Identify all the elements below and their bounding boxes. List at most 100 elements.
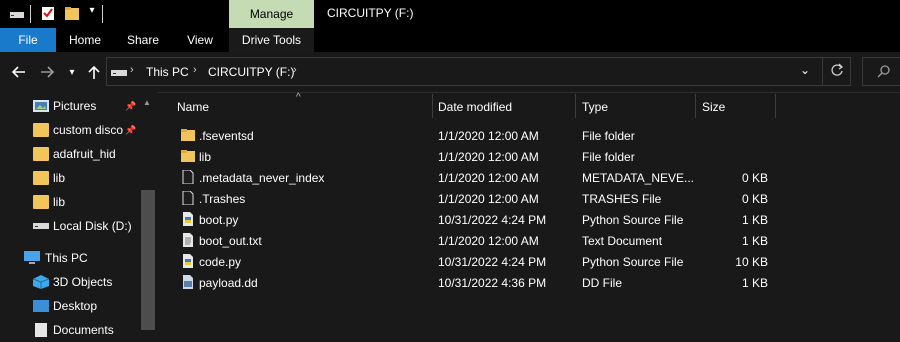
forward-arrow-icon[interactable] — [38, 62, 58, 82]
customize-toolbar-chevron-icon[interactable]: ▾ — [84, 5, 100, 21]
file-type: Text Document — [582, 234, 663, 248]
pin-icon: 📌 — [125, 124, 137, 135]
folder-icon — [33, 195, 49, 209]
file-name: .Trashes — [199, 192, 246, 206]
file-date: 1/1/2020 12:00 AM — [438, 234, 539, 248]
file-type: METADATA_NEVE... — [582, 171, 695, 185]
file-date: 1/1/2020 12:00 AM — [438, 129, 539, 143]
drive-icon — [110, 65, 128, 82]
breadcrumb-circuitpy[interactable]: CIRCUITPY (F:) — [208, 65, 294, 79]
python-file-icon — [181, 212, 195, 226]
folder-icon — [181, 149, 195, 163]
properties-icon[interactable] — [40, 5, 56, 21]
blank-file-icon — [181, 169, 195, 185]
file-type: File folder — [582, 129, 635, 143]
file-type: DD File — [582, 276, 623, 290]
file-type: Python Source File — [582, 213, 684, 227]
breadcrumb-this-pc[interactable]: This PC — [146, 65, 189, 79]
file-name: boot_out.txt — [199, 234, 262, 248]
pictures-icon — [33, 99, 49, 113]
tab-drive-tools[interactable]: Drive Tools — [229, 28, 314, 52]
file-name: payload.dd — [199, 276, 258, 290]
file-size: 0 KB — [741, 192, 768, 206]
file-date: 10/31/2022 4:24 PM — [438, 255, 547, 269]
drive-icon — [33, 219, 49, 233]
column-header-size[interactable]: Size — [702, 100, 725, 114]
documents-icon — [33, 323, 49, 337]
file-size: 1 KB — [741, 234, 768, 248]
file-name: .fseventsd — [199, 129, 254, 143]
column-divider[interactable] — [775, 94, 776, 118]
sidebar-item-desktop[interactable]: Desktop — [0, 294, 140, 318]
desktop-icon — [33, 299, 49, 313]
sort-ascending-icon: ^ — [296, 92, 301, 103]
column-divider[interactable] — [695, 94, 696, 118]
file-date: 1/1/2020 12:00 AM — [438, 171, 539, 185]
file-row[interactable]: boot_out.txt 1/1/2020 12:00 AM Text Docu… — [170, 230, 770, 251]
sidebar-item-documents[interactable]: Documents — [0, 318, 140, 342]
search-icon — [877, 64, 891, 81]
sidebar-item-pictures[interactable]: Pictures 📌 — [0, 94, 140, 118]
column-divider[interactable] — [575, 94, 576, 118]
breadcrumb-chevron-icon[interactable]: › — [293, 64, 297, 76]
refresh-icon[interactable] — [830, 63, 844, 80]
up-arrow-icon[interactable] — [84, 62, 104, 82]
column-header-name[interactable]: Name — [177, 100, 209, 114]
file-row[interactable]: code.py 10/31/2022 4:24 PM Python Source… — [170, 251, 770, 272]
file-date: 1/1/2020 12:00 AM — [438, 192, 539, 206]
file-row[interactable]: boot.py 10/31/2022 4:24 PM Python Source… — [170, 209, 770, 230]
sidebar-item-adafruit-hid[interactable]: adafruit_hid — [0, 142, 140, 166]
file-row[interactable]: payload.dd 10/31/2022 4:36 PM DD File 1 … — [170, 272, 770, 293]
new-folder-icon[interactable] — [64, 5, 80, 21]
sidebar-item-lib[interactable]: lib — [0, 190, 140, 214]
recent-locations-chevron-icon[interactable]: ▾ — [62, 62, 82, 82]
file-row[interactable]: lib 1/1/2020 12:00 AM File folder — [170, 146, 770, 167]
sidebar-scrollbar-thumb[interactable] — [141, 190, 155, 330]
folder-icon — [33, 147, 49, 161]
file-name: .metadata_never_index — [199, 171, 325, 185]
pin-icon: 📌 — [125, 100, 137, 111]
title-bar — [0, 0, 900, 28]
file-name: lib — [199, 150, 212, 164]
file-type: TRASHES File — [582, 192, 662, 206]
window-title: CIRCUITPY (F:) — [327, 6, 414, 20]
tab-file[interactable]: File — [0, 28, 56, 52]
sidebar-item-custom-disco[interactable]: custom disco 📌 — [0, 118, 140, 142]
file-size: 0 KB — [741, 171, 768, 185]
breadcrumb-chevron-icon[interactable]: › — [130, 64, 134, 76]
sidebar-item-local-disk-d[interactable]: Local Disk (D:) — [0, 214, 140, 238]
tab-manage[interactable]: Manage — [229, 0, 314, 28]
text-file-icon — [181, 233, 195, 247]
sidebar-item-lib[interactable]: lib — [0, 166, 140, 190]
file-row[interactable]: .fseventsd 1/1/2020 12:00 AM File folder — [170, 125, 770, 146]
scroll-up-icon[interactable]: ▲ — [143, 98, 151, 107]
file-date: 10/31/2022 4:24 PM — [438, 213, 547, 227]
tab-share[interactable]: Share — [122, 28, 164, 52]
file-name: boot.py — [199, 213, 239, 227]
file-date: 1/1/2020 12:00 AM — [438, 150, 539, 164]
file-size: 10 KB — [735, 255, 768, 269]
address-divider — [822, 57, 823, 86]
file-row[interactable]: .Trashes 1/1/2020 12:00 AM TRASHES File … — [170, 188, 770, 209]
file-type: File folder — [582, 150, 635, 164]
drive-icon[interactable] — [9, 5, 25, 21]
breadcrumb-chevron-icon[interactable]: › — [193, 64, 197, 76]
back-arrow-icon[interactable] — [8, 62, 28, 82]
toolbar-divider — [102, 5, 103, 23]
folder-icon — [181, 128, 195, 142]
sidebar-item-this-pc[interactable]: This PC — [0, 246, 140, 270]
dd-file-icon — [181, 275, 195, 289]
file-date: 10/31/2022 4:36 PM — [438, 276, 547, 290]
column-divider[interactable] — [432, 94, 433, 118]
folder-icon — [33, 171, 49, 185]
tab-view[interactable]: View — [181, 28, 219, 52]
column-header-date-modified[interactable]: Date modified — [438, 100, 512, 114]
python-file-icon — [181, 254, 195, 268]
column-header-type[interactable]: Type — [582, 100, 608, 114]
sidebar-item-3d-objects[interactable]: 3D Objects — [0, 270, 140, 294]
address-history-chevron-icon[interactable]: ⌄ — [800, 63, 810, 77]
file-size: 1 KB — [741, 213, 768, 227]
file-row[interactable]: .metadata_never_index 1/1/2020 12:00 AM … — [170, 167, 770, 188]
tab-home[interactable]: Home — [64, 28, 106, 52]
file-name: code.py — [199, 255, 242, 269]
